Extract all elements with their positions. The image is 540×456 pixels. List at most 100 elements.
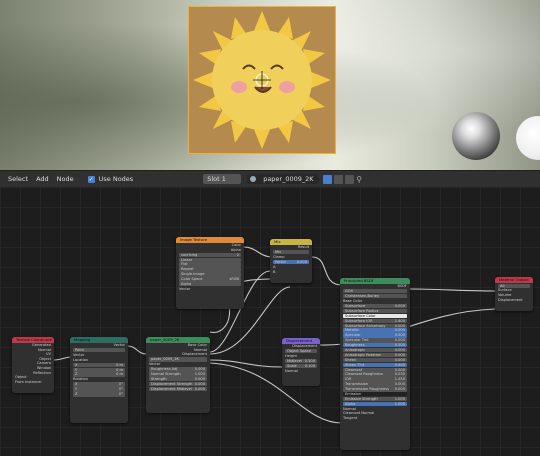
bsdf-field-anisotropic[interactable]: Anisotropic 0.000 [343, 347, 407, 353]
bsdf-field-subsurface-color[interactable]: Subsurface Color [343, 313, 407, 319]
field-label: Strength [151, 377, 167, 382]
node-displacement[interactable]: Displacement Displacement Object Space H… [282, 338, 320, 386]
projection-dropdown[interactable]: Flat [179, 262, 241, 267]
field-label: Clearcoat Roughness [345, 372, 383, 377]
group-datablock[interactable]: paper_0009_2K [149, 357, 207, 362]
image-name: sunrising [181, 252, 198, 257]
clamp-checkbox[interactable]: Clamp [270, 255, 312, 260]
source-dropdown[interactable]: Single Image [179, 272, 241, 277]
bsdf-field-subsurface-radius[interactable]: Subsurface Radius [343, 308, 407, 314]
field-label: Color Space [181, 277, 203, 282]
scale-field[interactable]: Scale 0.100 [285, 363, 317, 369]
bsdf-field-sheen-tint[interactable]: Sheen Tint 0.500 [343, 362, 407, 368]
from-instancer-checkbox[interactable]: From Instancer [12, 380, 54, 385]
node-image-texture[interactable]: Image Texture Color Alpha sunrising 2 Lin… [176, 237, 244, 309]
input-vector: Vector [179, 286, 191, 291]
field-label: Roughness [345, 343, 365, 348]
subsurface-method-dropdown[interactable]: Christensen-Burley [343, 293, 407, 299]
field-label: Z [75, 372, 78, 377]
node-mix[interactable]: Mix Result Mix Clamp Factor 0.000 A B [270, 239, 312, 283]
input-height: Height [285, 353, 297, 358]
field-label: Subsurface [345, 303, 366, 308]
node-texture-coordinate[interactable]: Texture Coordinate Generated Normal UV O… [12, 337, 54, 393]
field-value: 0 m [116, 362, 123, 367]
displacement-midlevel-field[interactable]: Displacement Midlevel 0.000 [149, 386, 207, 392]
bsdf-field-subsurface[interactable]: Subsurface 0.000 [343, 303, 407, 309]
output-result: Result [297, 245, 309, 249]
field-label: Emission [345, 392, 361, 396]
rotation-y-field[interactable]: Y 0° [73, 387, 125, 392]
selected-plane[interactable] [188, 6, 336, 154]
menu-node[interactable]: Node [57, 175, 74, 183]
bsdf-field-alpha[interactable]: Alpha 1.000 [343, 401, 407, 407]
slot-dropdown[interactable]: Slot 1 [203, 174, 242, 184]
field-label: Specular [345, 333, 361, 338]
factor-field[interactable]: Factor 0.000 [273, 260, 309, 265]
pin-icon[interactable]: ⚲ [356, 175, 365, 184]
bsdf-field-metallic[interactable]: Metallic 0.000 [343, 328, 407, 333]
normal-strength-field[interactable]: Normal Strength 1.000 [149, 372, 207, 377]
bsdf-field-anisotropic-rotation[interactable]: Anisotropic Rotation 0.000 [343, 352, 407, 358]
bsdf-field-transmission[interactable]: Transmission 0.000 [343, 382, 407, 387]
location-x-field[interactable]: X 0 m [73, 362, 125, 368]
image-datablock[interactable]: sunrising 2 [179, 252, 241, 258]
blend-mode-dropdown[interactable]: Mix [273, 250, 309, 255]
field-value: 0 m [116, 372, 123, 377]
field-label: Clearcoat [345, 367, 363, 372]
input-b: B [273, 269, 276, 274]
location-y-field[interactable]: Y 0 m [73, 367, 125, 372]
color-space-dropdown[interactable]: Color Space sRGB [179, 277, 241, 282]
midlevel-field[interactable]: Midlevel 0.500 [285, 359, 317, 364]
field-label: Displacement Midlevel [151, 386, 192, 391]
bsdf-field-transmission-roughness[interactable]: Transmission Roughness 0.000 [343, 387, 407, 392]
field-label: Subsurface IOR [345, 318, 373, 323]
menu-add[interactable]: Add [36, 175, 49, 183]
field-value: 1.400 [394, 318, 405, 323]
shield-icon[interactable] [323, 174, 333, 184]
mapping-type-dropdown[interactable]: Point [73, 348, 125, 353]
rotation-x-field[interactable]: X 0° [73, 382, 125, 387]
bsdf-field-specular[interactable]: Specular 0.500 [343, 333, 407, 338]
space-dropdown[interactable]: Object Space [285, 349, 317, 354]
field-label: Subsurface Anisotropy [345, 323, 386, 328]
bsdf-field-ior[interactable]: IOR 1.450 [343, 377, 407, 382]
bsdf-field-clearcoat[interactable]: Clearcoat 0.000 [343, 367, 407, 372]
duplicate-icon[interactable] [334, 174, 344, 184]
field-value: 0.000 [194, 367, 205, 372]
alpha-mode-dropdown[interactable]: Alpha [179, 282, 241, 287]
field-value: 0.000 [394, 323, 405, 328]
output-displacement: Displacement [292, 344, 317, 348]
field-value: 1.000 [394, 401, 405, 406]
bsdf-field-roughness[interactable]: Roughness 0.500 [343, 343, 407, 348]
roughness-adj-field[interactable]: Roughness Adj 0.000 [149, 367, 207, 372]
location-z-field[interactable]: Z 0 m [73, 372, 125, 377]
field-value: 0.000 [194, 386, 205, 391]
bsdf-field-subsurface-anisotropy[interactable]: Subsurface Anisotropy 0.000 [343, 323, 407, 328]
node-principled-bsdf[interactable]: Principled BSDF BSDF GGX Christensen-Bur… [340, 278, 410, 450]
node-editor-canvas[interactable]: Texture Coordinate Generated Normal UV O… [0, 187, 540, 456]
strength-field[interactable]: Strength 0.000 [149, 377, 207, 382]
extension-dropdown[interactable]: Repeat [179, 267, 241, 272]
node-paper-texture-group[interactable]: paper_0009_2K Base Color Normal Displace… [146, 337, 210, 413]
bsdf-field-emission-strength[interactable]: Emission Strength 1.000 [343, 396, 407, 402]
3d-viewport[interactable] [0, 0, 540, 170]
bsdf-field-subsurface-ior[interactable]: Subsurface IOR 1.400 [343, 318, 407, 324]
bsdf-field-sheen[interactable]: Sheen 0.000 [343, 357, 407, 363]
bsdf-field-clearcoat-roughness[interactable]: Clearcoat Roughness 0.030 [343, 372, 407, 377]
bsdf-inputs: Base Color Subsurface 0.000 Subsurface Radi… [340, 299, 410, 421]
interpolation-dropdown[interactable]: Linear [179, 257, 241, 262]
field-value: 0.000 [394, 382, 405, 387]
distribution-dropdown[interactable]: GGX [343, 289, 407, 294]
target-dropdown[interactable]: All [498, 283, 530, 288]
rotation-z-field[interactable]: Z 0° [73, 392, 125, 397]
image-selector[interactable]: paper_0009_2K [247, 174, 320, 184]
unlink-icon[interactable] [345, 174, 355, 184]
menu-select[interactable]: Select [8, 175, 28, 183]
bsdf-field-specular-tint[interactable]: Specular Tint 0.000 [343, 338, 407, 343]
field-value: 0.500 [304, 359, 315, 364]
node-material-output[interactable]: Material Output All Surface Volume Displ… [495, 277, 533, 311]
node-mapping[interactable]: Mapping Vector Point Vector Location X0 … [70, 337, 128, 423]
displacement-strength-field[interactable]: Displacement Strength 0.000 [149, 381, 207, 387]
bsdf-field-emission[interactable]: Emission [343, 392, 407, 397]
use-nodes-checkbox[interactable]: ✓ [87, 175, 95, 183]
